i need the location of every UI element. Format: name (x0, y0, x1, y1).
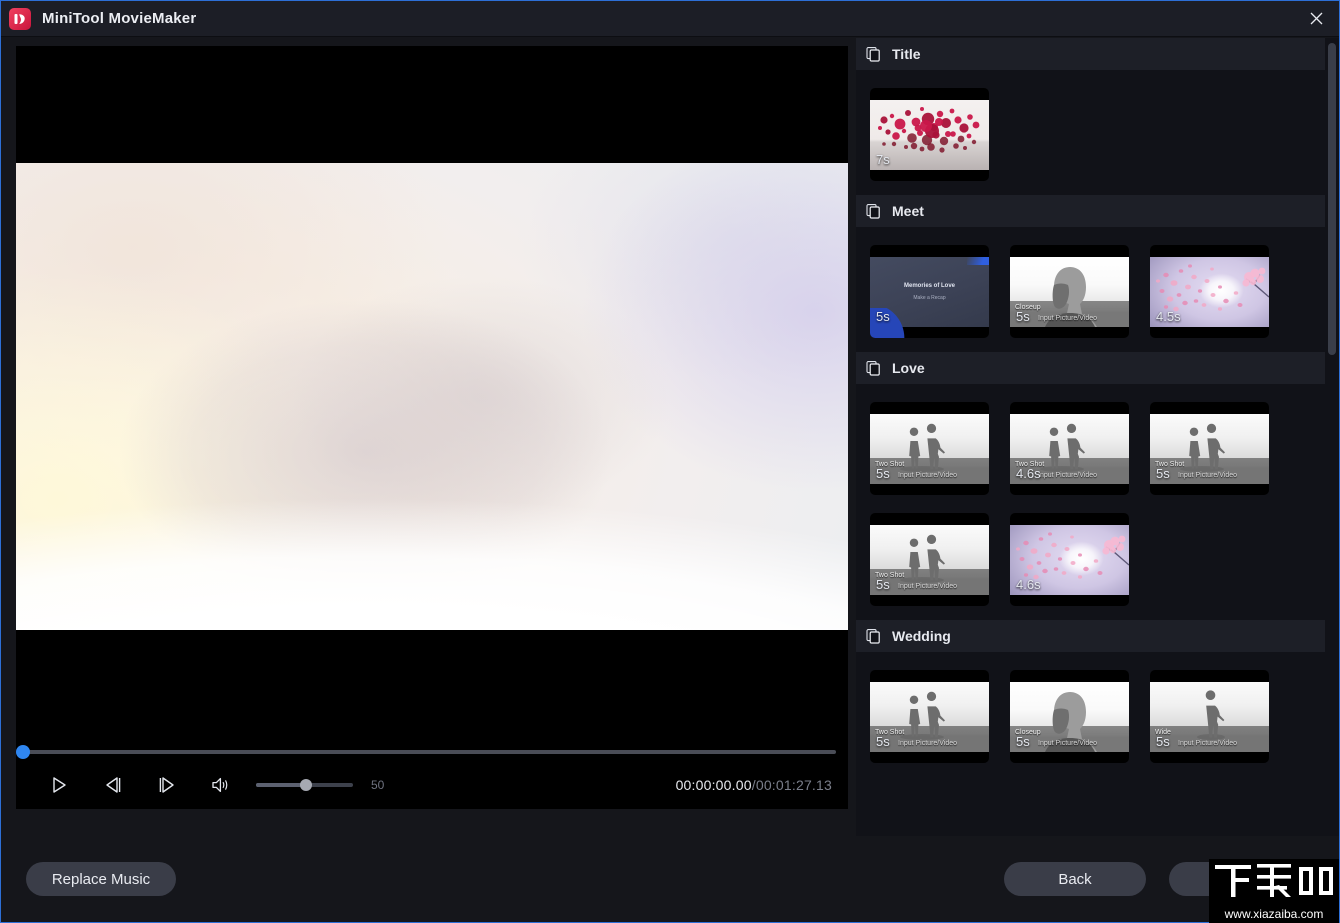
card-subtitle-text: Make a Recap (913, 294, 946, 301)
card-title-text: Memories of Love (903, 283, 956, 290)
template-thumbnail[interactable]: Memories of Love Make a Recap 5s (870, 245, 989, 338)
thumbnail-sublabel: Input Picture/Video (1038, 740, 1098, 747)
current-time: 00:00:00.00 (675, 777, 752, 793)
layers-icon (866, 203, 882, 219)
volume-icon[interactable] (200, 764, 242, 806)
template-thumbnail[interactable]: 4.6s (1010, 513, 1129, 606)
thumbnail-duration: 4.6s (1016, 466, 1041, 481)
section-header-title[interactable]: Title (856, 38, 1325, 70)
template-thumbnail[interactable]: Two Shot Input Picture/Video 5s (870, 513, 989, 606)
timecode-display: 00:00:00.00/00:01:27.13 (676, 777, 832, 793)
thumbnail-duration: 5s (1156, 734, 1170, 749)
thumbnail-sublabel: Input Picture/Video (1038, 472, 1098, 479)
thumbnail-duration: 7s (876, 152, 890, 167)
section-title: Love (892, 360, 925, 376)
thumbnail-sublabel: Input Picture/Video (1178, 472, 1238, 479)
thumbnail-duration: 5s (876, 466, 890, 481)
thumbnail-sublabel: Input Picture/Video (898, 472, 958, 479)
volume-slider-fill (256, 783, 305, 787)
template-thumbnail[interactable]: Closeup Input Picture/Video 5s (1010, 245, 1129, 338)
preview-highlight-layer (16, 163, 848, 630)
watermark-characters (1213, 861, 1335, 901)
video-stage[interactable] (16, 46, 848, 761)
template-thumbnail[interactable]: 7s (870, 88, 989, 181)
template-panel-scrollbar[interactable] (1328, 41, 1336, 831)
volume-value: 50 (371, 778, 385, 792)
thumbnail-duration: 5s (1156, 466, 1170, 481)
thumbnail-duration: 5s (876, 734, 890, 749)
thumbnail-duration: 5s (1016, 309, 1030, 324)
template-thumbnail[interactable]: Two Shot Input Picture/Video 4.6s (1010, 402, 1129, 495)
replace-music-button[interactable]: Replace Music (26, 862, 176, 896)
section-body-wedding: Two Shot Input Picture/Video 5s Closeup Inpu… (856, 652, 1325, 777)
thumbnail-duration: 5s (1016, 734, 1030, 749)
section-title: Title (892, 46, 921, 62)
play-icon[interactable] (38, 764, 80, 806)
thumbnail-duration: 5s (876, 309, 890, 324)
volume-slider[interactable] (256, 779, 353, 791)
minitool-logo-icon (9, 7, 31, 30)
template-thumbnail[interactable]: 4.5s (1150, 245, 1269, 338)
previous-frame-icon[interactable] (92, 764, 134, 806)
section-title: Meet (892, 203, 924, 219)
section-body-love: Two Shot Input Picture/Video 5s Two Shot Inp… (856, 384, 1325, 620)
section-title: Wedding (892, 628, 951, 644)
template-thumbnail[interactable]: Two Shot Input Picture/Video 5s (870, 402, 989, 495)
scrubber-track[interactable] (28, 750, 836, 754)
thumbnail-duration: 5s (876, 577, 890, 592)
site-watermark: www.xiazaiba.com (1209, 859, 1339, 923)
section-header-meet[interactable]: Meet (856, 195, 1325, 227)
scrubber-playhead[interactable] (16, 745, 30, 759)
bottom-bar: Replace Music Back Export (1, 840, 1339, 922)
template-panel[interactable]: Title 7s Meet Memories of Love Make a Recap 5… (856, 38, 1339, 836)
player-controls: 50 00:00:00.00/00:01:27.13 (16, 761, 848, 809)
back-button[interactable]: Back (1004, 862, 1146, 896)
video-preview-frame (16, 163, 848, 630)
template-thumbnail[interactable]: Wide Input Picture/Video 5s (1150, 670, 1269, 763)
layers-icon (866, 360, 882, 376)
thumbnail-sublabel: Input Picture/Video (1038, 315, 1098, 322)
section-header-love[interactable]: Love (856, 352, 1325, 384)
preview-pane: 50 00:00:00.00/00:01:27.13 (16, 46, 848, 809)
titlebar: MiniTool MovieMaker (1, 1, 1339, 37)
thumbnail-duration: 4.6s (1016, 577, 1041, 592)
next-frame-icon[interactable] (146, 764, 188, 806)
section-header-wedding[interactable]: Wedding (856, 620, 1325, 652)
thumbnail-sublabel: Input Picture/Video (898, 583, 958, 590)
app-window: MiniTool MovieMaker 50 00:00:00.00/00:01… (0, 0, 1340, 923)
watermark-url: www.xiazaiba.com (1224, 907, 1324, 921)
scrollbar-thumb[interactable] (1328, 43, 1336, 355)
card-accent-corner (967, 257, 989, 265)
volume-slider-thumb[interactable] (300, 779, 312, 791)
close-icon[interactable] (1293, 1, 1339, 36)
template-thumbnail[interactable]: Two Shot Input Picture/Video 5s (1150, 402, 1269, 495)
thumbnail-sublabel: Input Picture/Video (1178, 740, 1238, 747)
thumbnail-duration: 4.5s (1156, 309, 1181, 324)
template-thumbnail[interactable]: Closeup Input Picture/Video 5s (1010, 670, 1129, 763)
app-title: MiniTool MovieMaker (42, 10, 197, 27)
thumbnail-sublabel: Input Picture/Video (898, 740, 958, 747)
layers-icon (866, 46, 882, 62)
section-body-meet: Memories of Love Make a Recap 5s Closeup Inp… (856, 227, 1325, 352)
timeline-scrubber[interactable] (16, 743, 848, 761)
layers-icon (866, 628, 882, 644)
section-body-title: 7s (856, 70, 1325, 195)
template-sections: Title 7s Meet Memories of Love Make a Recap 5… (856, 38, 1339, 777)
total-time: 00:01:27.13 (755, 777, 832, 793)
template-thumbnail[interactable]: Two Shot Input Picture/Video 5s (870, 670, 989, 763)
